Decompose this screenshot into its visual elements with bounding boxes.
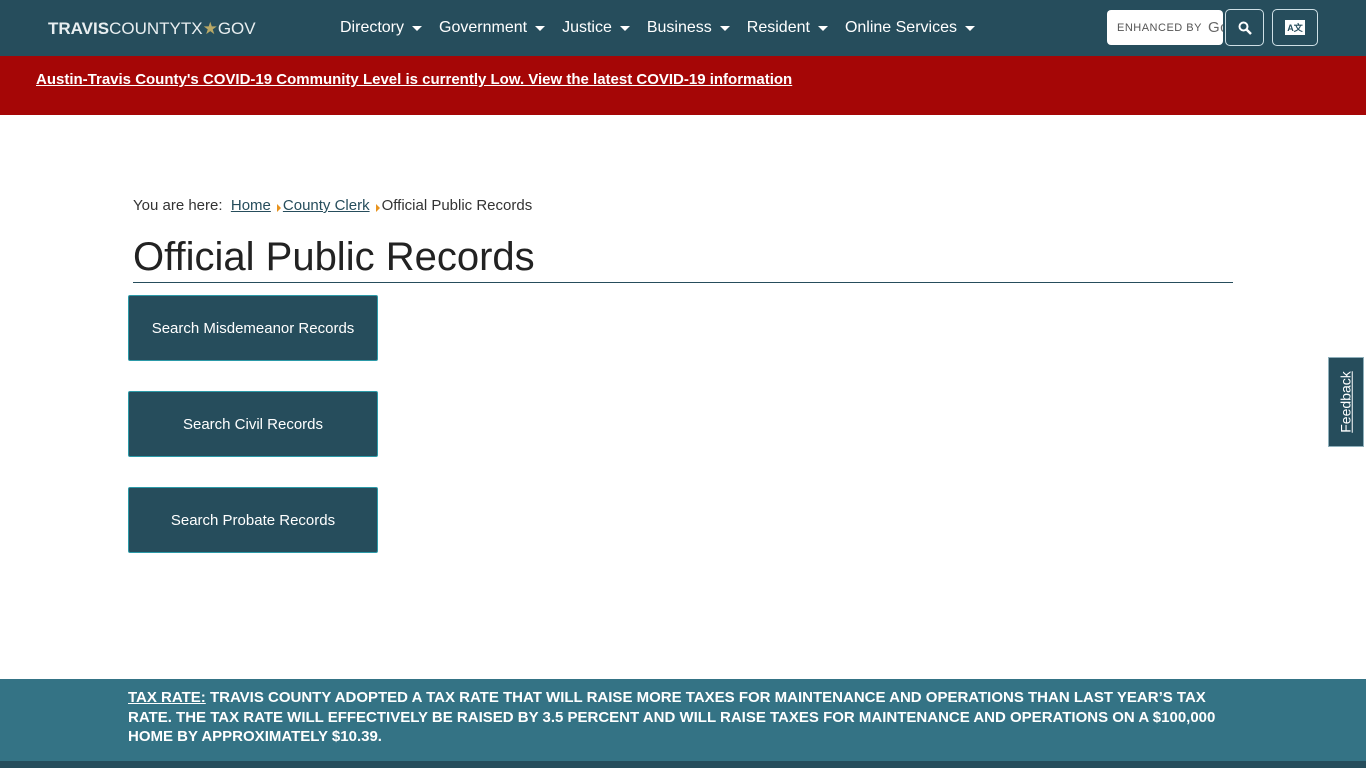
tax-rate-label: TAX RATE: <box>128 689 206 706</box>
caret-down-icon <box>412 25 423 31</box>
breadcrumb: You are here: Home County Clerk Official P… <box>133 197 533 214</box>
search-icon <box>1238 21 1252 35</box>
caret-down-icon <box>535 25 546 31</box>
search-civil-button[interactable]: Search Civil Records <box>128 391 378 457</box>
site-logo[interactable]: TRAVISCOUNTYTX★GOV <box>48 19 256 39</box>
caret-down-icon <box>619 25 630 31</box>
search-probate-button[interactable]: Search Probate Records <box>128 487 378 553</box>
arrow-right-icon <box>276 204 281 212</box>
covid-info-link[interactable]: Austin-Travis County's COVID-19 Communit… <box>36 71 792 88</box>
main-menu: Directory Government Justice Business Re… <box>340 0 975 56</box>
search-input[interactable]: ENHANCED BYGc <box>1107 10 1223 45</box>
menu-business[interactable]: Business <box>647 19 730 37</box>
breadcrumb-current: Official Public Records <box>381 197 533 214</box>
tax-rate-notice: TAX RATE: TRAVIS COUNTY ADOPTED A TAX RA… <box>0 679 1366 761</box>
page-title: Official Public Records <box>133 235 1233 283</box>
star-icon: ★ <box>202 19 218 38</box>
breadcrumb-home[interactable]: Home <box>231 197 271 214</box>
menu-online-services[interactable]: Online Services <box>845 19 975 37</box>
search-button[interactable] <box>1225 9 1264 46</box>
caret-down-icon <box>964 25 975 31</box>
top-navbar: TRAVISCOUNTYTX★GOV Directory Government … <box>0 0 1366 56</box>
menu-justice[interactable]: Justice <box>562 19 630 37</box>
feedback-tab[interactable]: Feedback <box>1328 357 1364 447</box>
search-misdemeanor-button[interactable]: Search Misdemeanor Records <box>128 295 378 361</box>
translate-button[interactable]: A文 <box>1272 9 1318 46</box>
caret-down-icon <box>719 25 730 31</box>
menu-resident[interactable]: Resident <box>747 19 828 37</box>
translate-icon: A文 <box>1285 20 1305 35</box>
arrow-right-icon <box>375 204 380 212</box>
covid-alert-banner: Austin-Travis County's COVID-19 Communit… <box>0 56 1366 115</box>
caret-down-icon <box>817 25 828 31</box>
menu-government[interactable]: Government <box>439 19 546 37</box>
breadcrumb-county-clerk[interactable]: County Clerk <box>283 197 370 214</box>
footer <box>0 761 1366 768</box>
menu-directory[interactable]: Directory <box>340 19 423 37</box>
